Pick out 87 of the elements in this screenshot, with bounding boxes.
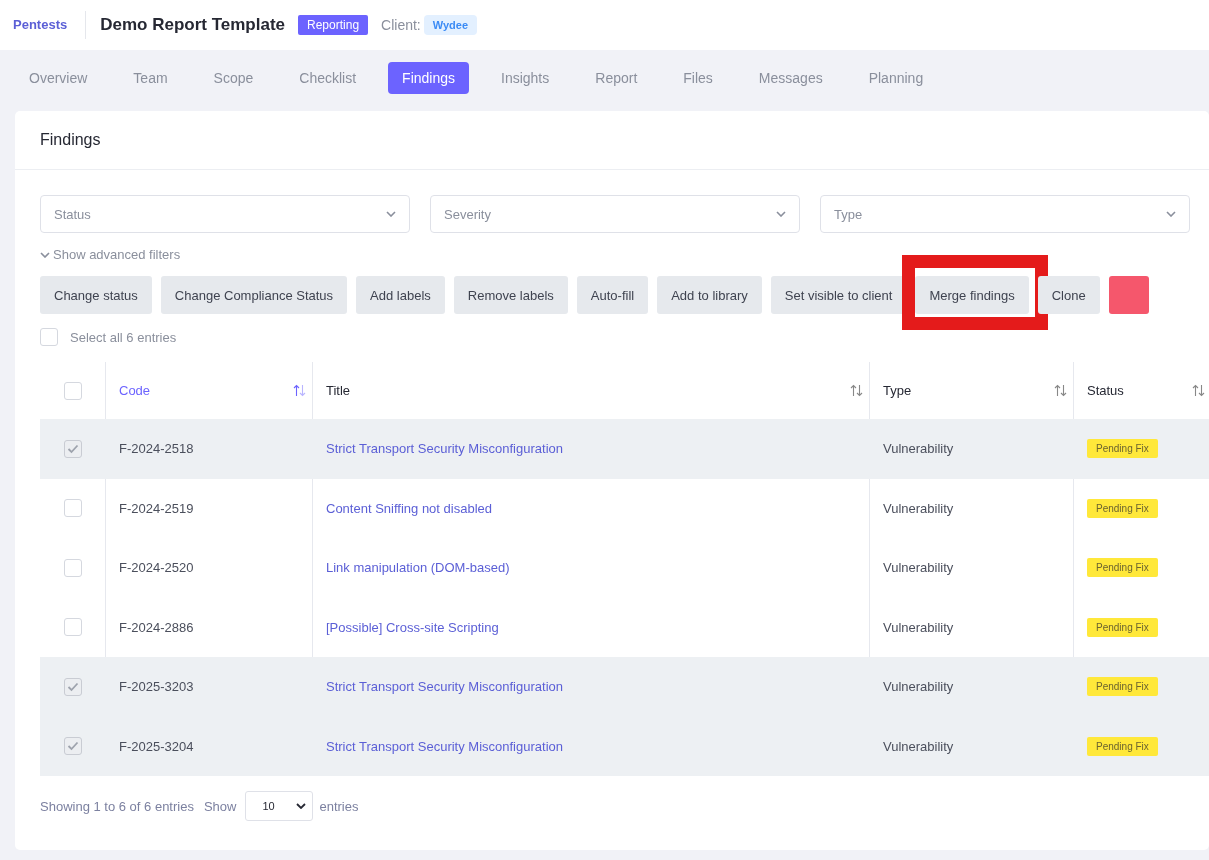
delete-button[interactable] [1108, 276, 1149, 314]
table-row[interactable]: F-2024-2518 Strict Transport Security Misconfiguration Vulnerability Pending Fix [40, 419, 1209, 479]
action-button[interactable]: Remove labels [453, 276, 568, 314]
finding-code: F-2024-2520 [119, 560, 194, 576]
finding-title-link[interactable]: [Possible] Cross-site Scripting [326, 619, 499, 635]
column-header[interactable]: Code [119, 383, 151, 398]
checkbox[interactable] [63, 381, 82, 400]
status-badge: Pending Fix [1087, 677, 1158, 697]
finding-code: F-2024-2519 [119, 500, 194, 516]
finding-title-link[interactable]: Strict Transport Security Misconfiguration [326, 679, 563, 695]
status-badge: Pending Fix [1087, 558, 1158, 578]
action-button[interactable]: Add labels [356, 276, 445, 314]
status-badge: Pending Fix [1087, 736, 1158, 756]
action-button[interactable]: Auto-fill [576, 276, 649, 314]
check-icon [66, 741, 79, 752]
finding-code: F-2025-3204 [119, 738, 194, 754]
client-badge: Wydee [423, 15, 477, 35]
table-row[interactable]: F-2024-2519 Content Sniffing not disabled Vulnerability Pending Fix [40, 478, 1209, 538]
finding-code: F-2024-2518 [119, 441, 194, 457]
status-badge: Pending Fix [1087, 439, 1158, 459]
filter-select[interactable]: Severity [430, 195, 800, 233]
table-row[interactable]: F-2025-3204 Strict Transport Security Misconfiguration Vulnerability Pending Fix [40, 716, 1209, 776]
nav-tab[interactable]: Scope [199, 62, 268, 94]
finding-title-link[interactable]: Strict Transport Security Misconfiguration [326, 738, 563, 754]
nav-tab[interactable]: Report [581, 62, 652, 94]
action-button[interactable]: Clone [1037, 276, 1100, 314]
breadcrumb-link[interactable]: Pentests [13, 11, 87, 39]
nav-tab[interactable]: Files [669, 62, 727, 94]
finding-type: Vulnerability [883, 500, 954, 516]
finding-code: F-2024-2886 [119, 619, 194, 635]
checkbox[interactable] [63, 499, 82, 518]
nav-tab[interactable]: Findings [388, 62, 469, 94]
checkbox[interactable] [63, 677, 82, 696]
show-label: Show [203, 798, 237, 814]
finding-title-link[interactable]: Content Sniffing not disabled [326, 500, 492, 516]
client-label: Client: [381, 17, 421, 33]
nav-tab[interactable]: Planning [854, 62, 938, 94]
advanced-filters-link[interactable]: Show advanced filters [53, 247, 181, 262]
status-badge: Pending Fix [1087, 617, 1158, 637]
finding-type: Vulnerability [883, 619, 954, 635]
filter-select[interactable]: Status [40, 195, 410, 233]
sort-icon[interactable] [293, 384, 306, 397]
action-button[interactable]: Change Compliance Status [160, 276, 348, 314]
status-badge: Pending Fix [1087, 498, 1158, 518]
action-button[interactable]: Merge findings [915, 276, 1029, 314]
check-icon [66, 443, 79, 454]
finding-title-link[interactable]: Strict Transport Security Misconfiguration [326, 441, 563, 457]
checkbox[interactable] [63, 558, 82, 577]
nav-tab[interactable]: Insights [487, 62, 564, 94]
chevron-down-icon [386, 211, 396, 217]
chevron-down-icon [1166, 211, 1176, 217]
finding-code: F-2025-3203 [119, 679, 194, 695]
filter-select[interactable]: Type [820, 195, 1190, 233]
column-header[interactable]: Type [883, 383, 912, 398]
nav-tab[interactable]: Checklist [285, 62, 371, 94]
checkbox[interactable] [63, 618, 82, 637]
checkbox[interactable] [63, 737, 82, 756]
sort-icon[interactable] [1192, 384, 1205, 397]
finding-type: Vulnerability [883, 738, 954, 754]
chevron-down-icon [296, 803, 307, 809]
column-header[interactable]: Title [326, 383, 351, 398]
table-row[interactable]: F-2025-3203 Strict Transport Security Misconfiguration Vulnerability Pending Fix [40, 657, 1209, 717]
checkbox[interactable] [40, 328, 58, 346]
card-title: Findings [40, 131, 101, 149]
nav-tab[interactable]: Team [119, 62, 182, 94]
page-title: Demo Report Template [100, 15, 286, 35]
sort-icon[interactable] [1054, 384, 1067, 397]
finding-type: Vulnerability [883, 679, 954, 695]
chevron-down-icon [40, 251, 50, 258]
check-icon [66, 681, 79, 692]
select-all-label[interactable]: Select all 6 entries [70, 329, 177, 345]
action-button[interactable]: Change status [40, 276, 152, 314]
action-button[interactable]: Add to library [657, 276, 762, 314]
finding-type: Vulnerability [883, 560, 954, 576]
table-row[interactable]: F-2024-2520 Link manipulation (DOM-based) Vulnerability Pending Fix [40, 538, 1209, 598]
entries-info: Showing 1 to 6 of 6 entries [40, 798, 194, 814]
sort-icon[interactable] [850, 384, 863, 397]
finding-type: Vulnerability [883, 441, 954, 457]
nav-tab[interactable]: Messages [744, 62, 837, 94]
column-header[interactable]: Status [1087, 383, 1124, 398]
entries-label: entries [319, 798, 359, 814]
page-size-select[interactable]: 10 [245, 791, 314, 821]
nav-tab[interactable]: Overview [15, 62, 102, 94]
finding-title-link[interactable]: Link manipulation (DOM-based) [326, 560, 510, 576]
phase-badge: Reporting [298, 15, 369, 35]
checkbox[interactable] [63, 439, 82, 458]
chevron-down-icon [776, 211, 786, 217]
